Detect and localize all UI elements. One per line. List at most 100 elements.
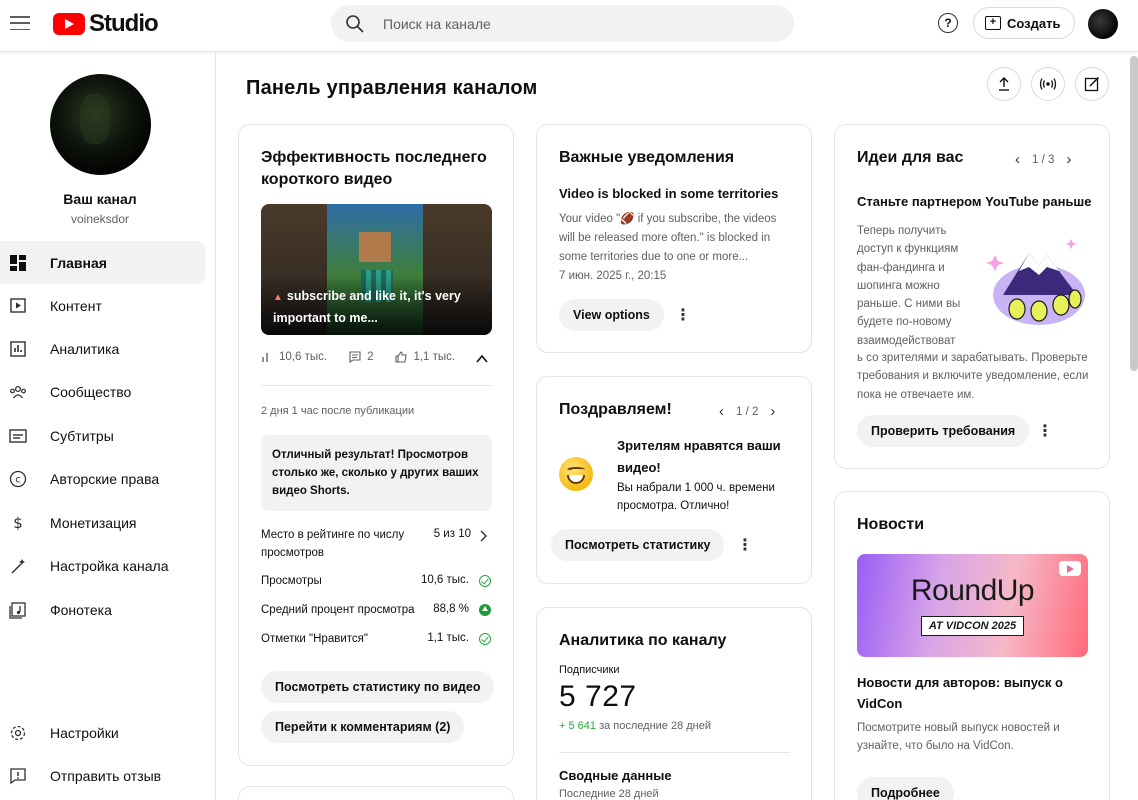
settings-icon (9, 724, 27, 742)
sidebar-item-copyright[interactable]: c Авторские права (0, 457, 205, 500)
news-body: Посмотрите новый выпуск новостей и узнай… (857, 722, 1060, 752)
partner-program-illustration (986, 239, 1085, 325)
view-options-button[interactable]: View options (559, 299, 664, 331)
sidebar-item-label: Настройка канала (50, 557, 169, 574)
create-label: Создать (1007, 15, 1061, 31)
short-stats-row: 10,6 тыс. 2 1,1 тыс. (261, 351, 492, 363)
subtitles-icon (9, 427, 27, 445)
likes-label: Отметки "Нравится" (261, 633, 368, 645)
sidebar-item-label: Фонотека (50, 601, 112, 618)
sidebar-item-label: Монетизация (50, 514, 137, 531)
help-icon[interactable]: ? (938, 13, 958, 33)
sidebar-item-community[interactable]: Сообщество (0, 370, 205, 413)
ideas-card: Идеи для вас ‹ 1 / 3 › Станьте партнером… (834, 124, 1110, 469)
notification-date: 7 июн. 2025 г., 20:15 (559, 270, 667, 282)
channel-name: Ваш канал (63, 191, 137, 207)
subscribers-value: 5 727 (559, 680, 637, 713)
upload-button[interactable] (987, 67, 1021, 101)
rank-value: 5 из 10 (433, 528, 471, 540)
notification-body: Your video "🏈 if you subscribe, the vide… (559, 213, 777, 263)
search-input[interactable] (383, 15, 763, 32)
sidebar-item-analytics[interactable]: Аналитика (0, 327, 205, 370)
pager: ‹ 1 / 2 › (719, 403, 775, 420)
card-title: Идеи для вас (857, 149, 964, 166)
chevron-left-icon[interactable]: ‹ (719, 403, 724, 420)
scrollbar[interactable] (1130, 56, 1138, 371)
community-icon (9, 383, 27, 401)
notifications-card: Важные уведомления Video is blocked in s… (536, 124, 812, 353)
upload-icon (999, 77, 1009, 91)
arrow-up-circle-icon (479, 604, 491, 616)
analytics-icon (9, 340, 27, 358)
views-count: 10,6 тыс. (279, 351, 328, 363)
like-icon (395, 351, 408, 363)
sidebar-item-customization[interactable]: Настройка канала (0, 544, 205, 587)
search-bar[interactable] (331, 5, 794, 42)
dashboard-icon (9, 254, 27, 272)
channel-analytics-card: Аналитика по каналу Подписчики 5 727 + 5… (536, 607, 812, 800)
content-icon (9, 297, 27, 315)
feedback-icon (9, 767, 27, 785)
more-vert-icon[interactable]: ⋮ (1035, 421, 1055, 441)
sidebar-item-subtitles[interactable]: Субтитры (0, 414, 205, 457)
create-post-button[interactable] (1075, 67, 1109, 101)
sidebar-item-settings[interactable]: Настройки (0, 711, 205, 754)
more-vert-icon[interactable]: ⋮ (735, 535, 755, 555)
svg-text:$: $ (13, 514, 23, 532)
notification-title: Video is blocked in some territories (559, 186, 779, 201)
menu-icon[interactable] (10, 13, 30, 33)
avg-view-label: Средний процент просмотра (261, 604, 415, 616)
sidebar-item-label: Настройки (50, 724, 119, 741)
subscribers-delta: + 5 641 за последние 28 дней (559, 720, 712, 732)
channel-avatar[interactable] (50, 74, 151, 175)
logo-text: Studio (89, 10, 159, 37)
account-avatar[interactable] (1088, 9, 1118, 39)
go-live-button[interactable] (1031, 67, 1065, 101)
create-button[interactable]: + Создать (973, 7, 1076, 39)
banner-title: RoundUp (910, 574, 1035, 607)
card-title: Новости (857, 516, 925, 533)
card-title: Аналитика по каналу (559, 632, 727, 649)
chevron-up-icon[interactable] (476, 353, 488, 365)
card-title: Важные уведомления (559, 149, 735, 166)
view-video-stats-button[interactable]: Посмотреть статистику по видео (261, 671, 495, 703)
channel-handle: voineksdor (70, 212, 130, 226)
subscribers-label: Подписчики (559, 664, 620, 676)
pager-text: 1 / 2 (736, 405, 759, 418)
chevron-right-icon[interactable]: › (1066, 151, 1071, 168)
chevron-right-icon[interactable]: › (770, 403, 775, 420)
pager-text: 1 / 3 (1032, 153, 1055, 166)
smile-emoji-icon (559, 457, 593, 491)
sidebar-item-content[interactable]: Контент (0, 284, 205, 327)
create-video-icon: + (985, 16, 1001, 30)
sidebar-item-dashboard[interactable]: Главная (0, 241, 205, 284)
idea-body: Теперь получить доступ к функциям фан-фа… (857, 225, 961, 347)
views-value: 10,6 тыс. (420, 574, 469, 586)
summary-period: Последние 28 дней (559, 788, 659, 800)
news-card: Новости RoundUp AT VIDCON 2025 Новости д… (834, 491, 1110, 800)
search-icon (346, 14, 364, 33)
check-requirements-button[interactable]: Проверить требования (857, 415, 1030, 447)
views-label: Просмотры (261, 575, 322, 587)
likes-count: 1,1 тыс. (413, 351, 456, 363)
sidebar-item-label: Аналитика (50, 340, 120, 357)
edit-icon (1084, 76, 1100, 92)
learn-more-button[interactable]: Подробнее (857, 777, 954, 800)
card-title: Эффективность последнего короткого видео (261, 149, 487, 188)
sidebar-item-monetization[interactable]: $ Монетизация (0, 501, 205, 544)
monetization-icon: $ (9, 514, 27, 532)
view-stats-button[interactable]: Посмотреть статистику (551, 529, 725, 561)
sidebar-item-audio-library[interactable]: Фонотека (0, 588, 205, 631)
banner-tag: AT VIDCON 2025 (921, 616, 1024, 636)
chevron-right-icon[interactable] (479, 530, 487, 542)
sidebar-item-feedback[interactable]: Отправить отзыв (0, 754, 205, 797)
page-title: Панель управления каналом (246, 77, 538, 99)
avg-view-value: 88,8 % (433, 603, 469, 615)
chevron-left-icon[interactable]: ‹ (1015, 151, 1020, 168)
go-to-comments-button[interactable]: Перейти к комментариям (2) (261, 711, 465, 743)
short-thumbnail[interactable]: ▲ subscribe and like it, it's very import… (261, 204, 492, 335)
studio-logo[interactable]: Studio (53, 10, 159, 38)
sidebar-item-label: Контент (50, 297, 102, 314)
more-vert-icon[interactable]: ⋮ (673, 305, 693, 325)
news-banner[interactable]: RoundUp AT VIDCON 2025 (857, 554, 1088, 657)
